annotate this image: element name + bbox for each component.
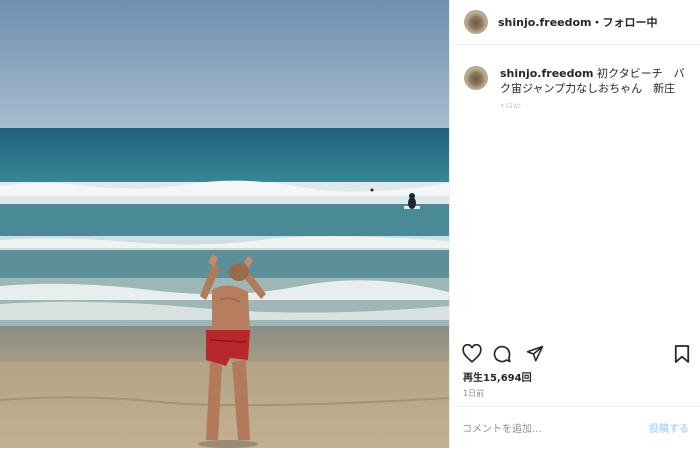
post-side-panel: shinjo.freedom・フォロー中 shinjo.freedom 初クタビ… [449,0,700,448]
comment-bar: コメントを追加... 投稿する [450,406,700,449]
header-separator: ・ [591,16,603,29]
views-number: 15,694回 [483,373,532,384]
views-label: 再生 [463,373,483,384]
caption-text: shinjo.freedom 初クタビーチ バク宙ジャンプ力なしおちゃん 新庄 [500,66,690,96]
post-comment-button[interactable]: 投稿する [649,420,689,435]
header-username[interactable]: shinjo.freedom [498,16,592,29]
view-count[interactable]: 再生15,694回 [463,369,532,384]
caption-avatar[interactable] [464,66,488,90]
post-video[interactable] [0,0,449,448]
post-header: shinjo.freedom・フォロー中 [450,0,700,45]
caption-timestamp: 1日前 [500,103,522,108]
caption-username[interactable]: shinjo.freedom [500,67,594,80]
follow-status[interactable]: フォロー中 [603,16,658,29]
post-age[interactable]: 1日前 [463,388,484,399]
comment-icon[interactable] [492,344,512,368]
comment-input[interactable]: コメントを追加... [462,420,542,435]
header-text: shinjo.freedom・フォロー中 [498,14,658,30]
share-icon[interactable] [526,345,544,367]
avatar[interactable] [464,10,488,34]
heart-icon[interactable] [462,343,482,367]
beach-video-frame [0,0,449,448]
bookmark-icon[interactable] [674,344,690,368]
action-bar [450,340,700,366]
